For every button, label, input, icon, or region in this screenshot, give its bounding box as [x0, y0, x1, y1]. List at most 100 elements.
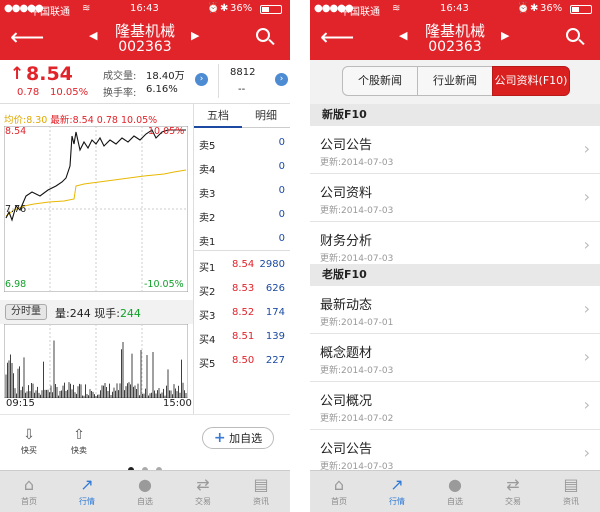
list-item[interactable]: 公司资料 更新:2014-07-03 › [310, 174, 600, 222]
expand-quote-icon[interactable]: › [195, 73, 208, 86]
alarm-icon: ⏰ [207, 3, 220, 14]
section-header: 老版F10 [310, 264, 600, 286]
document-icon: ▤ [563, 475, 579, 494]
tab-watchlist[interactable]: ● 自选 [116, 473, 174, 512]
sell-row: 卖4 0 [199, 161, 285, 176]
y-bottom-label: 6.98 [5, 279, 27, 290]
stock-code: 002363 [118, 39, 172, 55]
wifi-icon: ≋ [392, 3, 401, 14]
time-end-label: 15:00 [163, 398, 192, 409]
avg-value: 8.30 [26, 115, 48, 126]
right-screen: ●●●●● 中国联通 ≋ 16:43 ⏰ ✱ 36% ⟵ ◀ 隆基机械 0023… [310, 0, 600, 512]
wifi-icon: ≋ [82, 3, 91, 14]
y-mid-label: 7.76 [5, 204, 27, 215]
status-bar: ●●●●● 中国联通 ≋ 16:43 ⏰ ✱ 36% [310, 0, 600, 18]
plus-icon: + [213, 430, 226, 446]
alarm-icon: ⏰ [517, 3, 530, 14]
tab-details[interactable]: 明细 [242, 104, 290, 128]
next-stock-icon[interactable]: ▶ [501, 29, 509, 42]
tab-five-levels[interactable]: 五档 [194, 104, 242, 128]
document-icon: ▤ [253, 475, 269, 494]
stock-name: 隆基机械 [114, 22, 175, 40]
left-screen: ●●●●● 中国联通 ≋ 16:43 ⏰ ✱ 36% ⟵ ◀ 隆基机械 0023… [0, 0, 290, 512]
status-bar: ●●●●● 中国联通 ≋ 16:43 ⏰ ✱ 36% [0, 0, 290, 18]
price-plot [4, 126, 188, 292]
home-icon: ⌂ [23, 475, 35, 494]
volume-summary: 量:244 现手:244 [55, 307, 141, 320]
avg-label: 均价: [4, 115, 27, 126]
tab-market[interactable]: ↗ 行情 [58, 473, 116, 512]
price-change-pct: 10.05% [50, 87, 89, 98]
search-icon[interactable] [566, 28, 580, 42]
divider [218, 64, 219, 98]
latest-change: 0.78 [96, 115, 118, 126]
segmented-control: 个股新闻 行业新闻 公司资料(F10) [310, 60, 600, 104]
quote-panel: ↑ 8.54 0.78 10.05% 成交量: 18.40万 换手率: 6.16… [0, 60, 290, 104]
tab-home[interactable]: ⌂ 首页 [310, 473, 368, 512]
list-item[interactable]: 概念题材 更新:2014-07-03 › [310, 334, 600, 382]
person-icon: ● [448, 475, 462, 494]
chevron-right-icon: › [583, 443, 590, 462]
next-stock-icon[interactable]: ▶ [191, 29, 199, 42]
volume-type-button[interactable]: 分时量 [5, 304, 47, 320]
latest-label: 最新: [50, 115, 73, 126]
tab-trade[interactable]: ⇄ 交易 [174, 473, 232, 512]
list-item[interactable]: 公司公告 更新:2014-07-03 › [310, 126, 600, 174]
navigation-bar: ⟵ ◀ 隆基机械 002363 ▶ [310, 18, 600, 60]
trade-icon: ⇄ [196, 475, 210, 494]
trend-icon: ↗ [390, 475, 404, 494]
tab-news[interactable]: ▤ 资讯 [542, 473, 600, 512]
battery-icon [260, 5, 282, 14]
buy-row: 买5 8.50 227 [199, 355, 285, 370]
quick-buy-icon[interactable]: ⇩ [16, 427, 42, 443]
bluetooth-icon: ✱ [530, 3, 539, 14]
intraday-chart[interactable]: 均价:8.30 最新:8.54 0.78 10.05% 8.54 7.76 6.… [0, 104, 193, 300]
sell-row: 卖1 0 [199, 233, 285, 248]
turnover-label: 换手率: [103, 88, 137, 99]
expand-index-icon[interactable]: › [275, 73, 288, 86]
list-item[interactable]: 公司概况 更新:2014-07-02 › [310, 382, 600, 430]
home-icon: ⌂ [333, 475, 345, 494]
tab-news[interactable]: ▤ 资讯 [232, 473, 290, 512]
latest-pct: 10.05% [120, 115, 158, 126]
chevron-right-icon: › [583, 395, 590, 414]
latest-value: 8.54 [72, 115, 94, 126]
tab-industry-news[interactable]: 行业新闻 [417, 66, 493, 96]
list-item[interactable]: 最新动态 更新:2014-07-01 › [310, 286, 600, 334]
price-change: 0.78 [17, 87, 40, 98]
turnover-value: 6.16% [146, 84, 178, 95]
chevron-right-icon: › [583, 139, 590, 158]
add-watchlist-button[interactable]: + 加自选 [202, 427, 274, 449]
tab-trade[interactable]: ⇄ 交易 [484, 473, 542, 512]
tab-bar: ⌂ 首页 ↗ 行情 ● 自选 ⇄ 交易 ▤ 资讯 [310, 470, 600, 512]
search-icon[interactable] [256, 28, 270, 42]
quick-sell-icon[interactable]: ⇧ [66, 427, 92, 443]
time-start-label: 09:15 [6, 398, 35, 409]
sell-row: 卖3 0 [199, 185, 285, 200]
volume-bars [4, 324, 188, 398]
tab-home[interactable]: ⌂ 首页 [0, 473, 58, 512]
tab-bar: ⌂ 首页 ↗ 行情 ● 自选 ⇄ 交易 ▤ 资讯 [0, 470, 290, 512]
bluetooth-icon: ✱ [220, 3, 229, 14]
person-icon: ● [138, 475, 152, 494]
chevron-right-icon: › [583, 187, 590, 206]
quick-sell-label[interactable]: 快卖 [62, 445, 96, 456]
pct-bottom-label: -10.05% [144, 279, 184, 290]
battery-percent: 36% [540, 3, 563, 14]
tab-market[interactable]: ↗ 行情 [368, 473, 426, 512]
chevron-right-icon: › [583, 299, 590, 318]
order-book: 五档 明细 卖5 0 卖4 0 卖3 0 卖2 0 卖1 0 买1 8.54 2980 买2 8… [193, 104, 290, 414]
tab-company-f10[interactable]: 公司资料(F10) [492, 66, 570, 96]
chevron-right-icon: › [583, 235, 590, 254]
list-item[interactable]: 财务分析 更新:2014-07-03 › [310, 222, 600, 270]
carrier-label: 中国联通 [30, 7, 70, 18]
buy-row: 买4 8.51 139 [199, 331, 285, 346]
battery-icon [570, 5, 592, 14]
index-value: 8812 [230, 67, 256, 78]
chevron-right-icon: › [583, 347, 590, 366]
navigation-bar: ⟵ ◀ 隆基机械 002363 ▶ [0, 18, 290, 60]
tab-watchlist[interactable]: ● 自选 [426, 473, 484, 512]
tab-stock-news[interactable]: 个股新闻 [342, 66, 418, 96]
quick-buy-label[interactable]: 快买 [12, 445, 46, 456]
volume-value: 18.40万 [146, 71, 185, 82]
